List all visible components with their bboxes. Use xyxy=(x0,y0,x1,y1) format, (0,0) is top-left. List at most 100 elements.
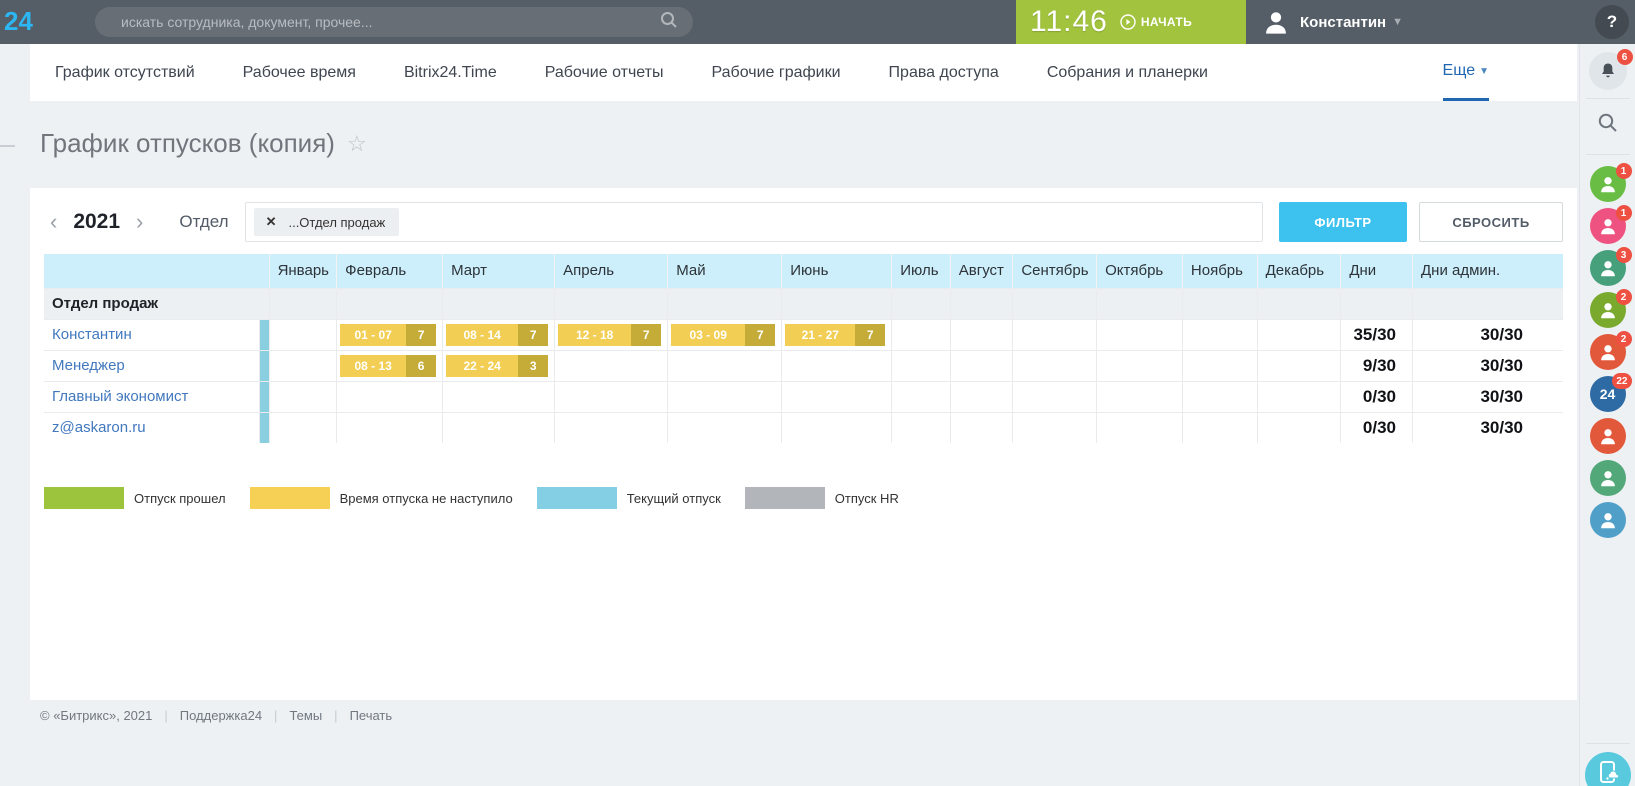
vacation-days-count: 7 xyxy=(745,324,775,346)
chat-avatar-icon[interactable]: 3 xyxy=(1590,250,1626,286)
group-cell xyxy=(1257,288,1341,319)
footer-link[interactable]: Поддержка24 xyxy=(180,708,262,723)
filter-button[interactable]: ФИЛЬТР xyxy=(1279,202,1407,242)
search-input[interactable] xyxy=(121,14,659,30)
search-icon[interactable] xyxy=(659,10,679,35)
notifications-bell-icon[interactable]: 6 xyxy=(1589,52,1627,90)
month-cell xyxy=(337,412,443,443)
group-cell xyxy=(337,288,443,319)
employee-row: z@askaron.ru0/3030/30 xyxy=(44,412,1563,443)
vacation-bar[interactable]: 22 - 243 xyxy=(446,355,548,377)
vacation-days-count: 3 xyxy=(518,355,548,377)
section-nav: График отсутствий Рабочее время Bitrix24.T… xyxy=(30,44,1577,101)
chat-avatar-icon[interactable]: 1 xyxy=(1590,208,1626,244)
month-cell: 22 - 243 xyxy=(443,350,555,381)
group-cell xyxy=(1013,288,1097,319)
bitrix24-chat-icon[interactable]: 2422 xyxy=(1590,376,1626,412)
chat-avatar-icon[interactable] xyxy=(1590,502,1626,538)
month-cell xyxy=(1013,319,1097,350)
legend-item: Отпуск прошел xyxy=(44,487,226,509)
current-vacation-strip xyxy=(260,412,269,443)
global-search[interactable] xyxy=(95,7,693,37)
next-year-button[interactable]: › xyxy=(130,211,149,233)
nav-item[interactable]: Рабочие отчеты xyxy=(545,64,664,81)
nav-item[interactable]: Рабочие графики xyxy=(712,64,841,81)
vacation-bar[interactable]: 03 - 097 xyxy=(671,324,775,346)
department-group-row: Отдел продаж xyxy=(44,288,1563,319)
month-cell: 12 - 187 xyxy=(555,319,668,350)
chat-avatar-icon[interactable] xyxy=(1590,460,1626,496)
right-sidebar: 6 1 1 3 2 2 2422 xyxy=(1579,44,1635,786)
vacation-bar[interactable]: 12 - 187 xyxy=(558,324,661,346)
nav-item[interactable]: График отсутствий xyxy=(55,64,195,81)
employee-name-link[interactable]: z@askaron.ru xyxy=(44,412,260,443)
admin-days-header: Дни админ. xyxy=(1413,254,1564,288)
play-icon xyxy=(1120,14,1136,30)
nav-item[interactable]: Права доступа xyxy=(889,64,999,81)
admin-days-cell: 30/30 xyxy=(1413,381,1564,412)
vacation-range: 08 - 14 xyxy=(446,324,518,346)
month-cell xyxy=(950,319,1013,350)
group-cell xyxy=(1413,288,1564,319)
month-cell xyxy=(1013,350,1097,381)
month-cell: 03 - 097 xyxy=(668,319,782,350)
month-cell xyxy=(1013,381,1097,412)
favorite-star-icon[interactable]: ☆ xyxy=(347,131,367,157)
footer-link[interactable]: Темы xyxy=(289,708,322,723)
worktime-block[interactable]: 11:46 НАЧАТЬ xyxy=(1016,0,1246,44)
legend-label: Время отпуска не наступило xyxy=(340,491,513,506)
help-button[interactable]: ? xyxy=(1595,5,1629,39)
month-cell: 21 - 277 xyxy=(782,319,892,350)
chevron-down-icon: ▼ xyxy=(1392,16,1403,28)
employee-name-link[interactable]: Менеджер xyxy=(44,350,260,381)
employee-name-link[interactable]: Константин xyxy=(44,319,260,350)
legend-item: Время отпуска не наступило xyxy=(250,487,513,509)
month-header: Сентябрь xyxy=(1013,254,1097,288)
group-cell xyxy=(892,288,951,319)
month-cell xyxy=(668,350,782,381)
month-cell xyxy=(668,412,782,443)
vacation-range: 12 - 18 xyxy=(558,324,631,346)
start-work-button[interactable]: НАЧАТЬ xyxy=(1120,14,1192,30)
chat-avatar-icon[interactable]: 2 xyxy=(1590,292,1626,328)
month-cell xyxy=(1097,381,1183,412)
footer-link[interactable]: Печать xyxy=(350,708,393,723)
sidebar-search-icon[interactable] xyxy=(1596,111,1620,140)
reset-button[interactable]: СБРОСИТЬ xyxy=(1419,202,1563,242)
month-cell xyxy=(443,412,555,443)
month-header: Июнь xyxy=(782,254,892,288)
employee-name-link[interactable]: Главный экономист xyxy=(44,381,260,412)
vacation-bar[interactable]: 08 - 136 xyxy=(340,355,436,377)
chip-remove-icon[interactable]: ✕ xyxy=(266,214,277,230)
vacation-bar[interactable]: 21 - 277 xyxy=(785,324,885,346)
chat-avatar-icon[interactable]: 2 xyxy=(1590,334,1626,370)
department-filter-input[interactable]: ✕ ...Отдел продаж xyxy=(245,202,1263,242)
month-header: Май xyxy=(668,254,782,288)
user-menu[interactable]: Константин ▼ xyxy=(1262,0,1403,44)
nav-item[interactable]: Bitrix24.Time xyxy=(404,64,497,81)
vacation-bar[interactable]: 01 - 077 xyxy=(340,324,436,346)
month-cell xyxy=(892,412,951,443)
footer: © «Битрикс», 2021|Поддержка24|Темы|Печат… xyxy=(40,708,392,723)
group-cell xyxy=(950,288,1013,319)
clock-time: 11:46 xyxy=(1030,5,1108,39)
nav-item[interactable]: Рабочее время xyxy=(243,64,356,81)
unread-badge: 3 xyxy=(1616,247,1632,263)
menu-collapse-handle[interactable] xyxy=(0,145,15,147)
admin-days-cell: 30/30 xyxy=(1413,412,1564,443)
page-title: График отпусков (копия) xyxy=(40,128,335,159)
group-cell xyxy=(555,288,668,319)
prev-year-button[interactable]: ‹ xyxy=(44,211,63,233)
chat-avatar-icon[interactable]: 1 xyxy=(1590,166,1626,202)
mobile-app-icon[interactable] xyxy=(1585,752,1631,786)
group-cell xyxy=(443,288,555,319)
month-cell xyxy=(1257,412,1341,443)
nav-more-button[interactable]: Еще ▼ xyxy=(1443,44,1489,101)
month-cell: 01 - 077 xyxy=(337,319,443,350)
nav-item[interactable]: Собрания и планерки xyxy=(1047,64,1208,81)
month-cell xyxy=(892,381,951,412)
month-cell xyxy=(443,381,555,412)
month-header: Январь xyxy=(269,254,337,288)
vacation-bar[interactable]: 08 - 147 xyxy=(446,324,548,346)
chat-avatar-icon[interactable] xyxy=(1590,418,1626,454)
